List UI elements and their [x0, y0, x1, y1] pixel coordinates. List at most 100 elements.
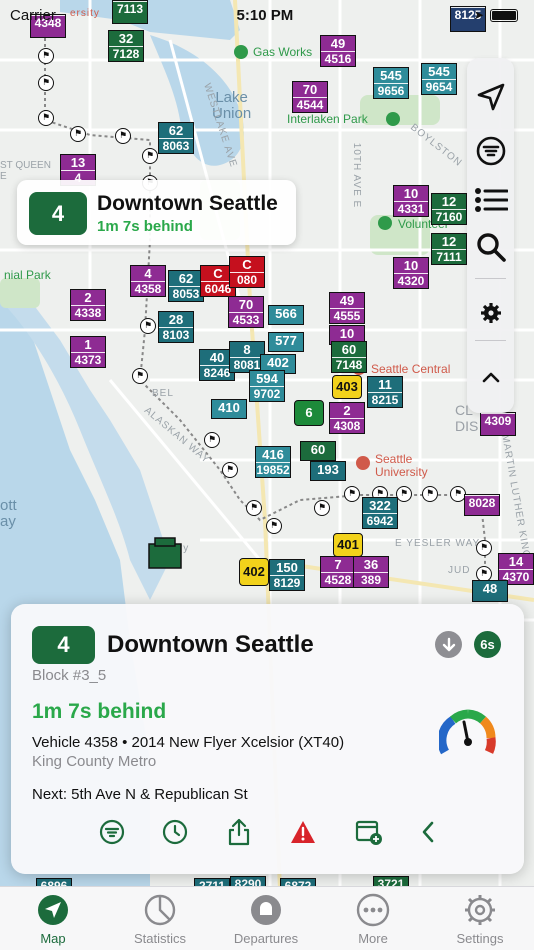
vehicle-marker[interactable]: 60 7148: [331, 341, 367, 373]
vehicle-marker[interactable]: 150 8129: [269, 559, 305, 591]
park-pin-icon: [234, 45, 248, 59]
vehicle-marker[interactable]: 36 389: [353, 556, 389, 588]
clock: 5:10 PM: [236, 6, 294, 24]
clock-icon: [162, 819, 188, 845]
settings-button[interactable]: [467, 292, 514, 334]
vehicle-marker[interactable]: 4 4358: [130, 265, 166, 297]
vehicle-marker[interactable]: 70 4533: [228, 296, 264, 328]
vehicle-marker[interactable]: 7 4528: [320, 556, 356, 588]
stop-marker[interactable]: ⚑: [422, 486, 438, 502]
vehicle-marker[interactable]: 49 4516: [320, 35, 356, 67]
vehicle-marker[interactable]: 193: [310, 461, 346, 481]
stop-marker[interactable]: ⚑: [204, 432, 220, 448]
tab-statistics[interactable]: Statistics: [115, 893, 205, 946]
tab-label: Statistics: [133, 931, 186, 946]
vehicle-marker[interactable]: 8028: [464, 494, 500, 516]
tab-map[interactable]: Map: [8, 893, 98, 946]
filter-button[interactable]: [467, 130, 514, 172]
map-label-seattle-university: Seattle University: [375, 452, 428, 479]
vehicle-marker[interactable]: 322 6942: [362, 497, 398, 529]
filter-route-button[interactable]: [98, 818, 126, 846]
ferry-icon: [148, 537, 182, 569]
vehicle-marker[interactable]: 62 8063: [158, 122, 194, 154]
vehicle-marker[interactable]: 566: [268, 305, 304, 325]
stop-marker[interactable]: ⚑: [140, 318, 156, 334]
vehicle-marker[interactable]: 49 4555: [329, 292, 365, 324]
tab-label: Settings: [456, 931, 504, 946]
tab-more[interactable]: More: [328, 893, 418, 946]
stop-marker[interactable]: ⚑: [38, 75, 54, 91]
locate-button[interactable]: [467, 76, 514, 118]
vehicle-marker[interactable]: 416 19852: [255, 446, 291, 478]
vehicle-marker[interactable]: C 080: [229, 256, 265, 288]
agency-label: King County Metro: [32, 753, 157, 770]
stop-marker[interactable]: ⚑: [396, 486, 412, 502]
vehicle-marker[interactable]: 410: [211, 399, 247, 419]
vehicle-marker[interactable]: 60: [300, 441, 336, 461]
vehicle-marker[interactable]: 402: [239, 558, 269, 586]
refresh-badge[interactable]: 6s: [474, 631, 501, 658]
add-schedule-button[interactable]: [355, 818, 383, 846]
chevron-left-icon: [422, 821, 434, 843]
share-button[interactable]: [225, 818, 253, 846]
stop-marker[interactable]: ⚑: [222, 462, 238, 478]
tab-label: Map: [40, 931, 66, 946]
vehicle-marker[interactable]: 2 4308: [329, 402, 365, 434]
list-icon: [474, 188, 508, 212]
search-icon: [476, 233, 506, 262]
vehicle-marker[interactable]: 403: [332, 375, 362, 399]
vehicle-marker[interactable]: 32 7128: [108, 30, 144, 62]
vehicle-marker[interactable]: 1 4373: [70, 336, 106, 368]
stop-marker[interactable]: ⚑: [70, 126, 86, 142]
map-label-jud: JUD: [448, 565, 471, 576]
search-button[interactable]: [467, 226, 514, 268]
pie-chart-icon: [144, 894, 176, 926]
tab-departures[interactable]: Departures: [221, 893, 311, 946]
vehicle-marker[interactable]: 545 9656: [373, 67, 409, 99]
vehicle-marker[interactable]: 12 7160: [431, 193, 467, 225]
vehicle-marker[interactable]: 594 9702: [249, 370, 285, 402]
stop-marker[interactable]: ⚑: [476, 540, 492, 556]
vehicle-marker[interactable]: 2 4338: [70, 289, 106, 321]
stop-marker[interactable]: ⚑: [142, 148, 158, 164]
stop-marker[interactable]: ⚑: [266, 518, 282, 534]
carrier-label: Carrier: [10, 6, 56, 24]
stop-marker[interactable]: ⚑: [344, 486, 360, 502]
collapse-actions-button[interactable]: [414, 818, 442, 846]
vehicle-marker[interactable]: 28 8103: [158, 311, 194, 343]
vehicle-info: Vehicle 4358 • 2014 New Flyer Xcelsior (…: [32, 734, 345, 751]
stop-marker[interactable]: ⚑: [132, 368, 148, 384]
vehicle-marker[interactable]: 48: [472, 580, 508, 602]
stop-marker[interactable]: ⚑: [246, 500, 262, 516]
stop-marker[interactable]: ⚑: [38, 48, 54, 64]
map-label-interlaken: Interlaken Park: [287, 112, 368, 126]
tab-label: Departures: [233, 931, 299, 946]
vehicle-marker[interactable]: 10 4320: [393, 257, 429, 289]
follow-vehicle-button[interactable]: [435, 631, 462, 658]
vehicle-callout[interactable]: 4 Downtown Seattle 1m 7s behind: [17, 180, 296, 245]
vehicle-marker[interactable]: 6: [294, 400, 324, 426]
vehicle-marker[interactable]: 70 4544: [292, 81, 328, 113]
vehicle-marker[interactable]: 12 7111: [431, 233, 467, 265]
stop-marker[interactable]: ⚑: [115, 128, 131, 144]
vehicle-marker[interactable]: 401: [333, 533, 363, 557]
stop-marker[interactable]: ⚑: [38, 110, 54, 126]
vehicle-marker[interactable]: 11 8215: [367, 376, 403, 408]
list-button[interactable]: [467, 179, 514, 221]
vehicle-marker[interactable]: 10 4331: [393, 185, 429, 217]
vehicle-marker[interactable]: 545 9654: [421, 63, 457, 95]
report-issue-button[interactable]: [289, 818, 317, 846]
tab-settings[interactable]: Settings: [435, 893, 525, 946]
map-label-queen-anne: ST QUEEN E: [0, 160, 51, 182]
map-toolbar: [467, 58, 514, 413]
vehicle-detail-sheet: 4 Downtown Seattle 6s Block #3_5 1m 7s b…: [11, 604, 524, 874]
stop-marker[interactable]: ⚑: [314, 500, 330, 516]
callout-title: Downtown Seattle: [97, 192, 278, 215]
vehicle-marker[interactable]: 62 8053: [168, 270, 204, 302]
status-bar: Carrier 5:10 PM ➤: [0, 0, 534, 30]
vehicle-marker[interactable]: 577: [268, 332, 304, 352]
vehicle-marker[interactable]: 4309: [480, 412, 516, 436]
tab-label: More: [358, 931, 388, 946]
collapse-toolbar-button[interactable]: [467, 356, 514, 398]
history-button[interactable]: [161, 818, 189, 846]
